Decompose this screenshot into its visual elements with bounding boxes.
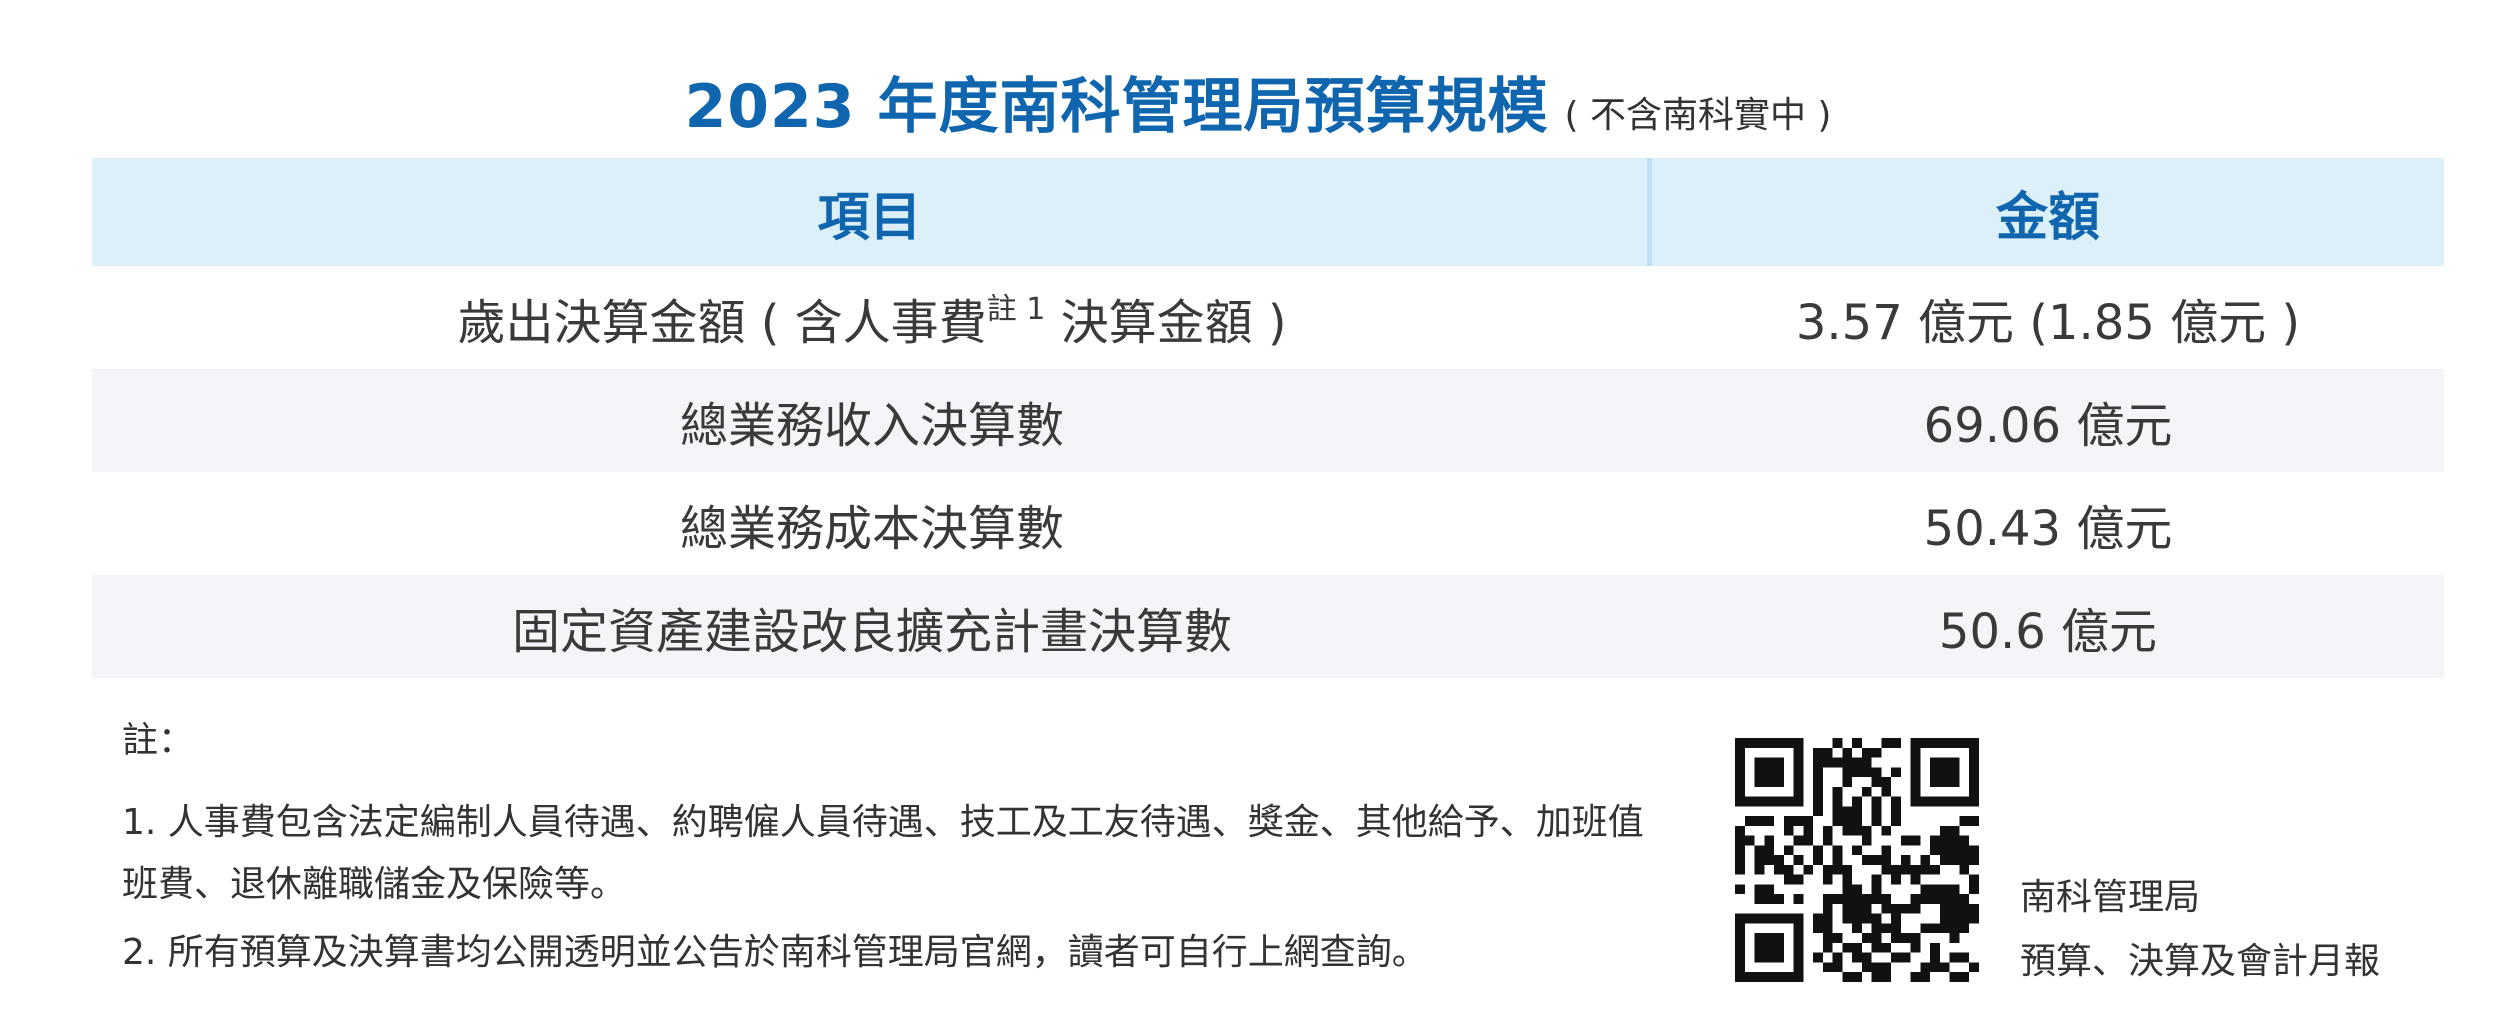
footnote-marker: 註 1 (986, 291, 1046, 327)
qr-code-icon[interactable] (1735, 738, 1979, 982)
title-main: 2023 年度南科管理局預算規模 (684, 72, 1549, 142)
footnotes: 註： 1. 人事費包含法定編制人員待遇、約聘僱人員待遇、技工及工友待遇、獎金、其… (122, 710, 1652, 990)
item-cell: 總業務收入決算數 (92, 369, 1652, 472)
table-row: 總業務收入決算數 69.06 億元 (92, 369, 2444, 472)
note-item-2: 2. 所有預算及決算書均公開透明並公告於南科管理局官網，讀者可自行上網查詢。 (122, 932, 1428, 973)
title-sub: ( 不含南科實中 ) (1564, 95, 1832, 136)
table-row: 固定資產建設改良擴充計畫決算數 50.6 億元 (92, 575, 2444, 678)
amount-value: 50.43 億元 (1923, 500, 2173, 557)
table-row: 歲出決算金額 ( 含人事費註 1 決算金額 ) 3.57 億元 (1.85 億元… (92, 266, 2444, 369)
item-label: 歲出決算金額 ( 含人事費註 1 決算金額 ) (457, 283, 1286, 353)
notes-heading: 註： (122, 720, 195, 761)
amount-cell: 3.57 億元 (1.85 億元 ) (1652, 266, 2444, 369)
amount-cell: 50.43 億元 (1652, 472, 2444, 575)
amount-value: 69.06 億元 (1923, 397, 2173, 454)
item-label: 總業務成本決算數 (679, 500, 1064, 557)
item-cell: 歲出決算金額 ( 含人事費註 1 決算金額 ) (92, 266, 1652, 369)
item-cell: 總業務成本決算數 (92, 472, 1652, 575)
page-title: 2023 年度南科管理局預算規模 ( 不含南科實中 ) (0, 58, 2516, 145)
table-header-row: 項目 金額 (92, 158, 2444, 266)
item-label: 固定資產建設改良擴充計畫決算數 (511, 603, 1232, 660)
qr-caption: 南科管理局 預算、決算及會計月報 (2020, 866, 2380, 994)
amount-cell: 69.06 億元 (1652, 369, 2444, 472)
amount-value: 3.57 億元 (1.85 億元 ) (1795, 294, 2301, 351)
note-item-1: 1. 人事費包含法定編制人員待遇、約聘僱人員待遇、技工及工友待遇、獎金、其他給予… (122, 802, 1644, 905)
amount-cell: 50.6 億元 (1652, 575, 2444, 678)
budget-table: 項目 金額 歲出決算金額 ( 含人事費註 1 決算金額 ) 3.57 億元 (1… (92, 158, 2444, 678)
item-label: 總業務收入決算數 (679, 397, 1064, 454)
table-row: 總業務成本決算數 50.43 億元 (92, 472, 2444, 575)
qr-caption-line1: 南科管理局 (2020, 877, 2201, 918)
header-item-label: 項目 (817, 187, 922, 248)
item-label-post: 決算金額 ) (1045, 294, 1287, 351)
header-cell-item: 項目 (92, 158, 1652, 266)
header-cell-amount: 金額 (1652, 158, 2444, 266)
amount-value: 50.6 億元 (1938, 603, 2158, 660)
item-label-pre: 歲出決算金額 ( 含人事費 (457, 294, 987, 351)
header-amount-label: 金額 (1995, 187, 2100, 248)
qr-caption-line2: 預算、決算及會計月報 (2020, 941, 2381, 982)
item-cell: 固定資產建設改良擴充計畫決算數 (92, 575, 1652, 678)
